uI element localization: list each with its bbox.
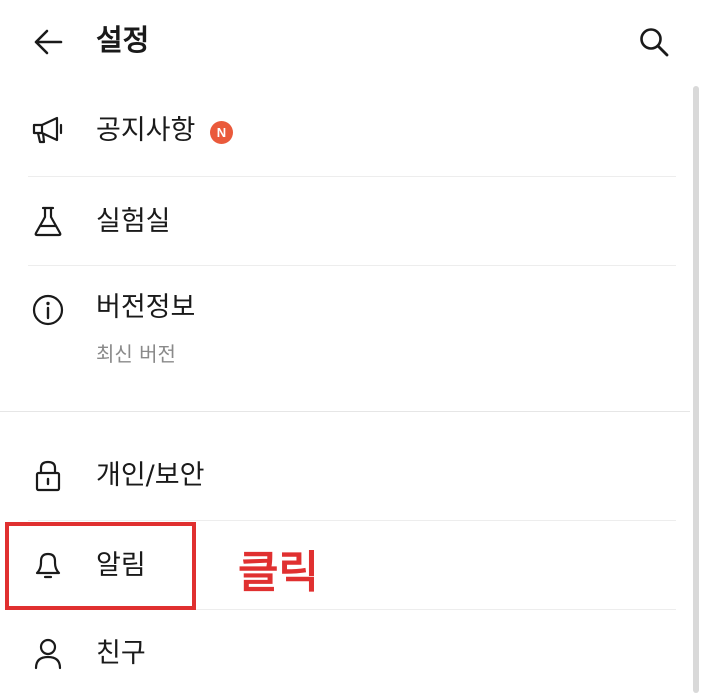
lock-icon	[28, 456, 68, 496]
app-header: 설정	[0, 0, 702, 82]
menu-item-label: 실험실	[96, 206, 171, 237]
menu-item-label: 친구	[96, 638, 146, 669]
menu-item-friends[interactable]: 친구	[0, 610, 690, 693]
menu-item-label: 공지사항	[96, 115, 196, 146]
click-annotation: 클릭	[238, 547, 319, 598]
highlight-box	[5, 522, 196, 610]
back-button[interactable]	[28, 22, 68, 62]
person-icon	[28, 634, 68, 674]
section-divider	[0, 411, 690, 412]
menu-item-label: 버전정보	[96, 292, 196, 323]
search-icon	[640, 28, 669, 57]
version-status: 최신 버전	[96, 342, 176, 366]
menu-item-notices[interactable]: 공지사항	[0, 88, 690, 176]
search-button[interactable]	[632, 20, 676, 64]
flask-icon	[28, 201, 68, 241]
menu-item-privacy[interactable]: 개인/보안	[0, 432, 690, 520]
new-badge: N	[210, 121, 233, 144]
menu-item-label: 개인/보안	[96, 460, 205, 491]
arrow-left-icon	[34, 29, 63, 55]
page-title: 설정	[96, 23, 150, 57]
megaphone-icon	[28, 110, 68, 150]
scrollbar[interactable]	[693, 86, 699, 693]
menu-item-version[interactable]: 버전정보 최신 버전	[0, 266, 690, 410]
menu-item-labs[interactable]: 실험실	[0, 177, 690, 265]
info-icon	[28, 290, 68, 330]
